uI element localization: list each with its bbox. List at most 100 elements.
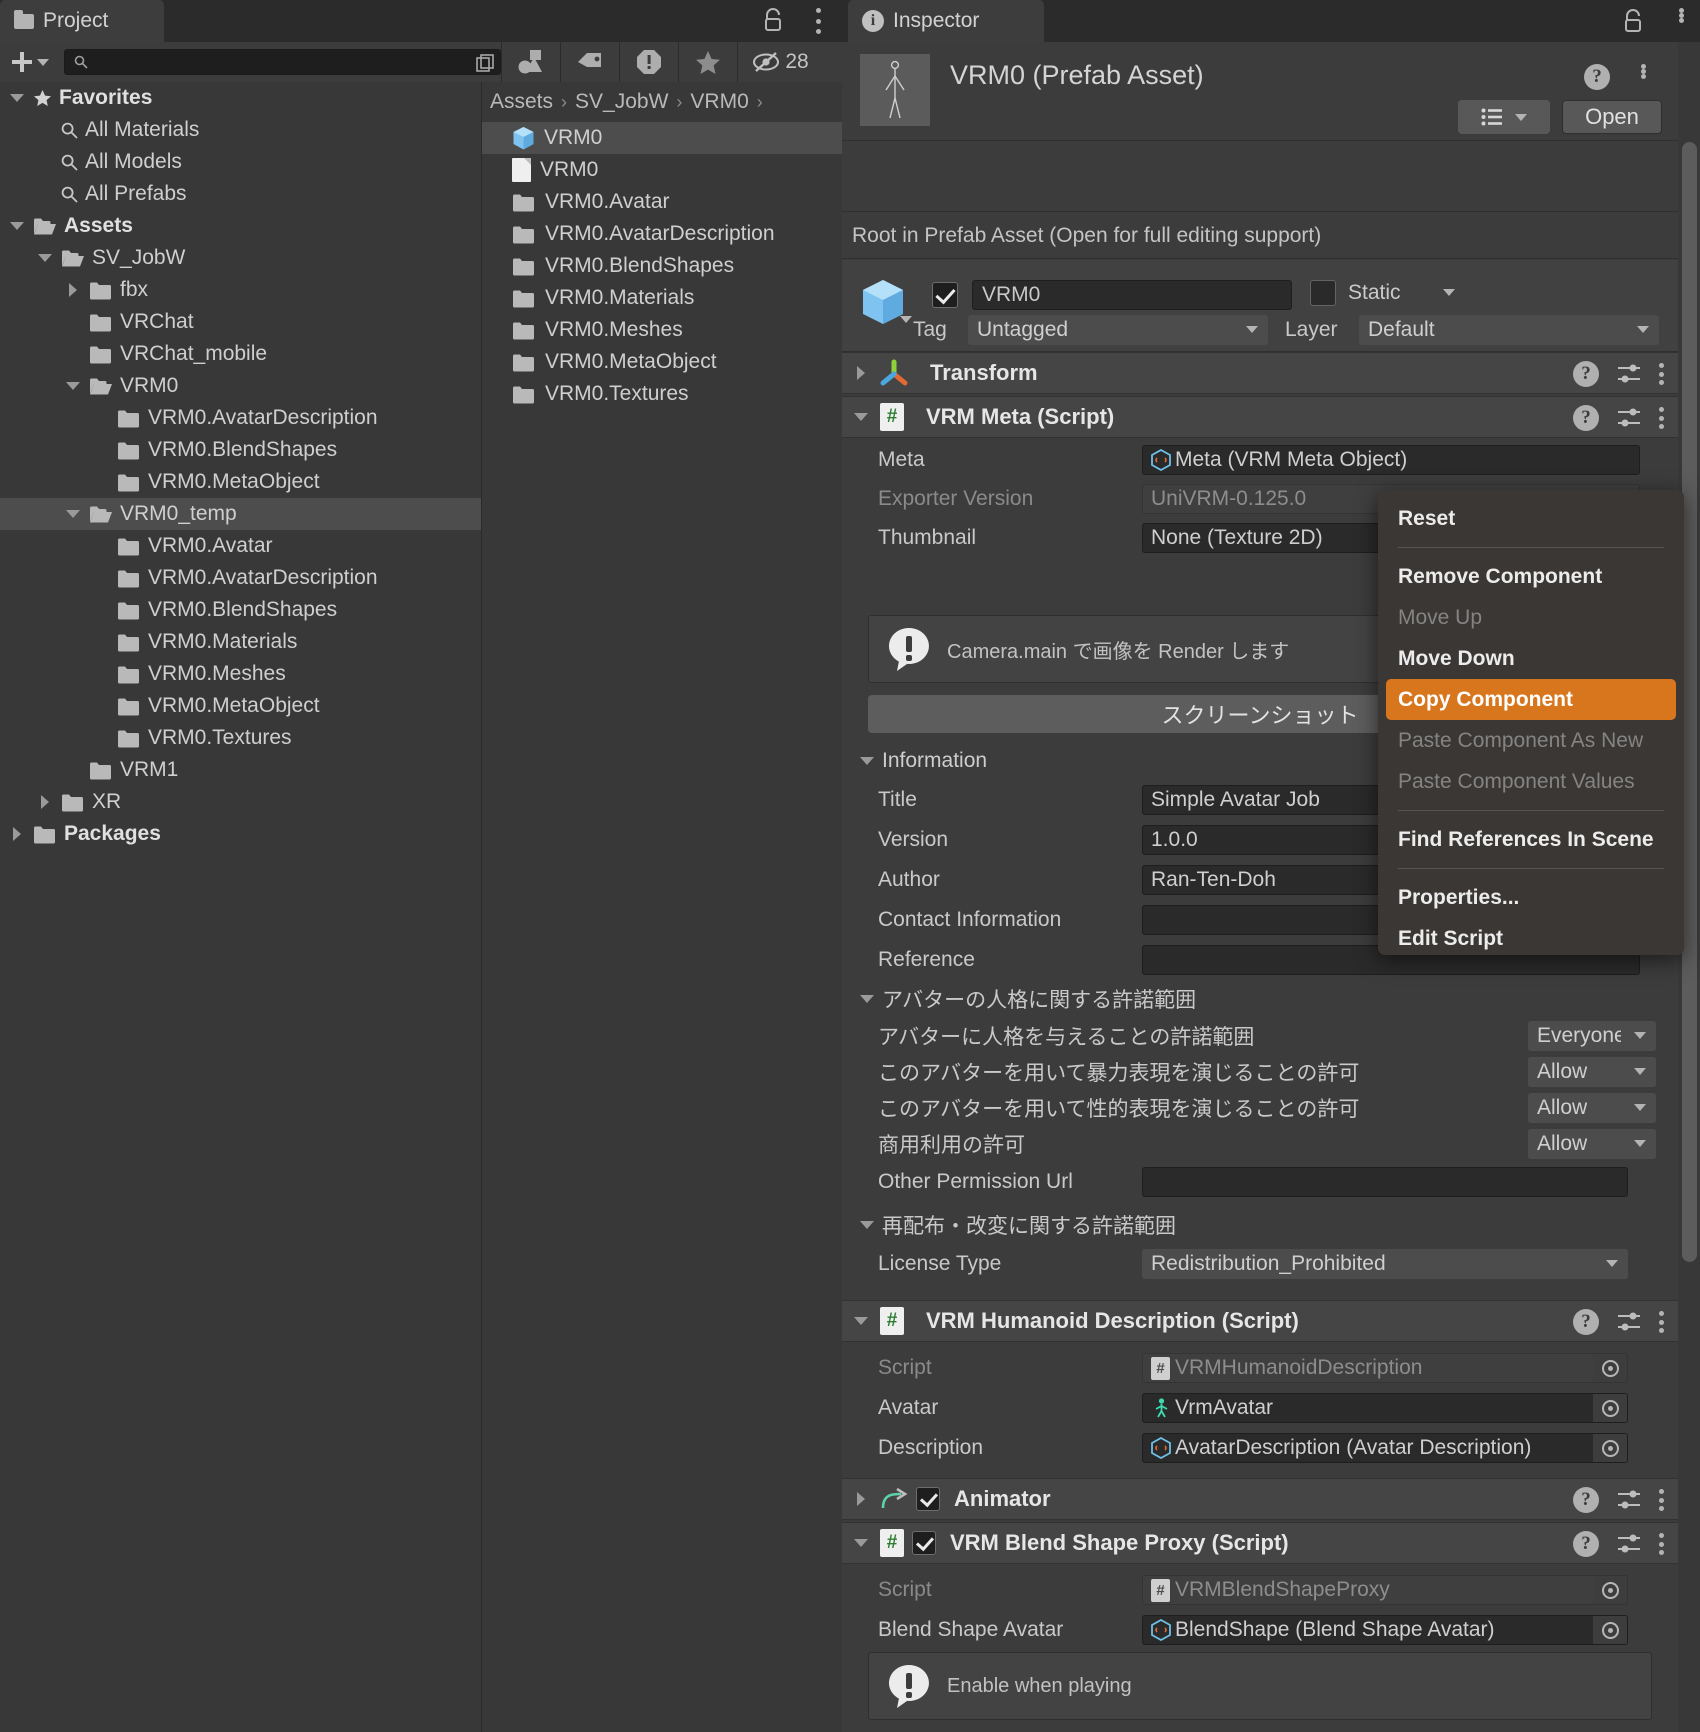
layer-dropdown[interactable]: Default [1359, 315, 1659, 345]
tree-item-vrm0-textures[interactable]: VRM0.Textures [0, 722, 482, 754]
blendshape-enabled-checkbox[interactable] [912, 1531, 936, 1555]
tree-item-vrm0-avatardescription[interactable]: VRM0.AvatarDescription [0, 402, 482, 434]
tab-project[interactable]: Project [0, 0, 164, 42]
menu-item-find-references-in-scene[interactable]: Find References In Scene [1378, 819, 1684, 860]
tree-item-vrm0-blendshapes[interactable]: VRM0.BlendShapes [0, 434, 482, 466]
component-context-menu[interactable]: Reset Remove Component Move Up Move Down Cop… [1378, 490, 1684, 955]
tree-item-vrchat[interactable]: VRChat [0, 306, 482, 338]
other-permission-url-input[interactable] [1142, 1167, 1628, 1197]
breadcrumb-item[interactable]: SV_JobW [575, 90, 668, 114]
component-header-animator[interactable]: Animator ? [842, 1478, 1678, 1520]
preset-icon[interactable] [1617, 1489, 1641, 1511]
avatar-object-field[interactable]: VrmAvatar [1142, 1393, 1628, 1423]
tree-item-vrm1[interactable]: VRM1 [0, 754, 482, 786]
tree-item-all-materials[interactable]: All Materials [0, 114, 482, 146]
prefab-dropdown-icon[interactable] [900, 316, 912, 323]
gameobject-enabled-checkbox[interactable] [932, 282, 958, 308]
component-header-transform[interactable]: Transform ? [842, 352, 1678, 394]
help-icon[interactable]: ? [1573, 1531, 1599, 1557]
animator-foldout-icon[interactable] [842, 1492, 880, 1506]
chevron-right-icon[interactable] [8, 818, 26, 850]
tab-inspector[interactable]: i Inspector [848, 0, 1044, 42]
open-prefab-button[interactable]: Open [1562, 100, 1662, 134]
help-icon[interactable]: ? [1573, 405, 1599, 431]
tree-item-vrm0-temp[interactable]: VRM0_temp [0, 498, 482, 530]
tree-item-packages[interactable]: Packages [0, 818, 482, 850]
lock-icon[interactable] [762, 8, 784, 32]
help-icon[interactable]: ? [1573, 1309, 1599, 1335]
menu-item-properties[interactable]: Properties... [1378, 877, 1684, 918]
tree-item-vrm0-meshes[interactable]: VRM0.Meshes [0, 658, 482, 690]
list-item[interactable]: VRM0.BlendShapes [482, 250, 842, 282]
description-object-field[interactable]: AvatarDescription (Avatar Description) [1142, 1433, 1628, 1463]
list-item[interactable]: VRM0.Meshes [482, 314, 842, 346]
inspector-scrollbar-thumb[interactable] [1682, 142, 1697, 1262]
component-kebab-icon[interactable] [1659, 407, 1664, 429]
create-asset-button[interactable] [0, 42, 60, 82]
chevron-down-icon[interactable] [36, 242, 54, 274]
meta-object-field[interactable]: Meta (VRM Meta Object) [1142, 445, 1640, 475]
tree-item-vrm0-materials[interactable]: VRM0.Materials [0, 626, 482, 658]
search-input[interactable] [65, 50, 500, 74]
list-item[interactable]: VRM0.MetaObject [482, 346, 842, 378]
tree-item-favorites[interactable]: Favorites [0, 82, 482, 114]
help-icon[interactable]: ? [1573, 1487, 1599, 1513]
permission-dropdown[interactable]: Allow [1528, 1057, 1656, 1087]
favorite-filter-icon[interactable] [679, 42, 737, 82]
chevron-down-icon[interactable] [64, 370, 82, 402]
lock-icon[interactable] [1622, 9, 1644, 33]
tag-dropdown[interactable]: Untagged [968, 315, 1268, 345]
search-field[interactable] [64, 49, 501, 75]
chevron-down-icon[interactable] [8, 210, 26, 242]
personality-group-foldout[interactable]: アバターの人格に関する許諾範囲 [842, 980, 1678, 1018]
tree-item-sv-jobw[interactable]: SV_JobW [0, 242, 482, 274]
component-header-vrm-blendshape-proxy[interactable]: # VRM Blend Shape Proxy (Script) ? [842, 1522, 1678, 1564]
asset-filter-icon[interactable] [502, 42, 560, 82]
gameobject-name-input[interactable]: VRM0 [972, 280, 1292, 310]
label-filter-icon[interactable] [561, 42, 619, 82]
inspector-menu-kebab-icon[interactable] [1679, 8, 1684, 23]
vrm-humanoid-foldout-icon[interactable] [842, 1317, 880, 1325]
static-checkbox[interactable] [1310, 280, 1336, 306]
menu-item-move-down[interactable]: Move Down [1378, 638, 1684, 679]
tree-item-vrchat-mobile[interactable]: VRChat_mobile [0, 338, 482, 370]
help-icon[interactable]: ? [1573, 361, 1599, 387]
vrm-meta-foldout-icon[interactable] [842, 413, 880, 421]
tree-item-fbx[interactable]: fbx [0, 274, 482, 306]
blend-shape-avatar-field[interactable]: BlendShape (Blend Shape Avatar) [1142, 1615, 1628, 1645]
breadcrumb-item[interactable]: Assets [490, 90, 553, 114]
list-item[interactable]: VRM0.AvatarDescription [482, 218, 842, 250]
permission-dropdown[interactable]: Allow [1528, 1129, 1656, 1159]
preset-icon[interactable] [1617, 363, 1641, 385]
tree-item-vrm0-blendshapes[interactable]: VRM0.BlendShapes [0, 594, 482, 626]
menu-item-copy-component[interactable]: Copy Component [1386, 679, 1676, 720]
blendshape-foldout-icon[interactable] [842, 1539, 880, 1547]
listview-dropdown-button[interactable] [1458, 100, 1550, 134]
license-type-dropdown[interactable]: Redistribution_Prohibited [1142, 1249, 1628, 1279]
component-kebab-icon[interactable] [1659, 1311, 1664, 1333]
chevron-right-icon[interactable] [64, 274, 82, 306]
tree-item-all-models[interactable]: All Models [0, 146, 482, 178]
help-icon[interactable]: ? [1584, 64, 1610, 90]
component-header-vrm-meta[interactable]: # VRM Meta (Script) ? [842, 396, 1678, 438]
menu-item-reset[interactable]: Reset [1378, 498, 1684, 539]
component-kebab-icon[interactable] [1659, 1489, 1664, 1511]
warning-filter-icon[interactable] [620, 42, 678, 82]
object-picker-button[interactable] [1593, 1354, 1627, 1382]
component-kebab-icon[interactable] [1659, 363, 1664, 385]
tree-item-assets[interactable]: Assets [0, 210, 482, 242]
permission-dropdown[interactable]: Everyone [1528, 1021, 1656, 1051]
preset-icon[interactable] [1617, 1311, 1641, 1333]
chevron-right-icon[interactable] [36, 786, 54, 818]
tree-item-vrm0-metaobject[interactable]: VRM0.MetaObject [0, 466, 482, 498]
object-picker-button[interactable] [1593, 1394, 1627, 1422]
component-header-vrm-humanoid[interactable]: # VRM Humanoid Description (Script) ? [842, 1300, 1678, 1342]
animator-enabled-checkbox[interactable] [916, 1487, 940, 1511]
tree-item-all-prefabs[interactable]: All Prefabs [0, 178, 482, 210]
transform-foldout-icon[interactable] [842, 366, 880, 380]
list-item[interactable]: VRM0 [482, 122, 842, 154]
expand-search-icon[interactable] [475, 53, 495, 73]
chevron-down-icon[interactable] [8, 82, 26, 114]
static-dropdown-icon[interactable] [1443, 289, 1455, 296]
list-item[interactable]: VRM0.Materials [482, 282, 842, 314]
